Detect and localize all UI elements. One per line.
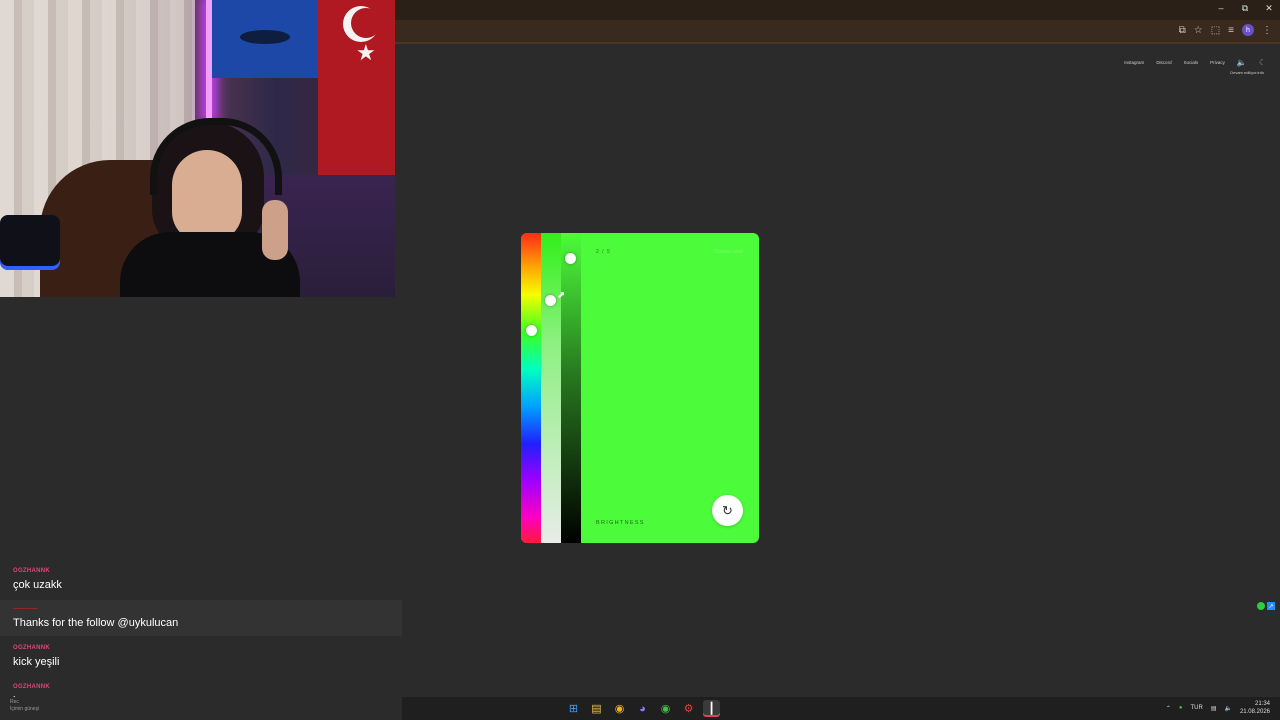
mic-icon[interactable]: ● — [1179, 705, 1183, 711]
site-nav: Instagram Discord Socials Privacy 🔈 ☾ — [1124, 58, 1266, 67]
microphone — [0, 215, 60, 270]
verified-badge-icon — [1257, 602, 1265, 610]
flag-star-icon: ★ — [356, 40, 376, 65]
profile-avatar[interactable]: h — [1242, 24, 1254, 36]
clock[interactable]: 21:34 21.08.2026 — [1240, 700, 1270, 716]
nav-link-socials[interactable]: Socials — [1184, 60, 1199, 65]
language-indicator[interactable]: TUR — [1190, 705, 1202, 711]
volume-icon[interactable]: 🔈 — [1224, 705, 1231, 712]
restore-button[interactable]: ⧉ — [1240, 3, 1250, 14]
chrome-alt-icon[interactable]: ◉ — [657, 700, 674, 717]
minimize-button[interactable]: – — [1216, 3, 1226, 14]
site-sublink[interactable]: Devam ediliyor.info — [1230, 70, 1264, 75]
chat-username[interactable]: ———— — [13, 606, 38, 612]
flag-crescent-cut — [351, 8, 381, 38]
mouse-cursor-icon: ⬈ — [557, 290, 566, 301]
system-tray: ⌃ ● TUR ▤ 🔈 21:34 21.08.2026 — [1166, 700, 1270, 716]
card-corner-label: Choose color — [713, 249, 743, 255]
chat-text: Thanks for the follow @uykulucan — [13, 617, 179, 629]
poster-art — [240, 30, 290, 44]
chat-username[interactable]: OGZHANNK — [13, 645, 50, 651]
taskbar-apps: ⊞ ▤ ◉ ◕ ◉ ⚙ ┃ — [565, 700, 720, 717]
now-playing-status: Rec — [10, 699, 19, 705]
discord-icon[interactable]: ◕ — [634, 700, 651, 717]
chat-username[interactable]: OGZHANNK — [13, 568, 50, 574]
browser-titlebar: – ⧉ ✕ — [395, 0, 1280, 20]
file-explorer-icon[interactable]: ▤ — [588, 700, 605, 717]
chrome-icon[interactable]: ◉ — [611, 700, 628, 717]
webcam-feed: ★ — [0, 0, 395, 297]
taskbar: ⊞ ▤ ◉ ◕ ◉ ⚙ ┃ ⌃ ● TUR ▤ 🔈 21:34 21.08.20… — [402, 697, 1280, 720]
chat-message: OGZHANNK bu — [0, 678, 402, 697]
chat-message: ———— Thanks for the follow @uykulucan — [0, 600, 402, 636]
now-playing-title: İçimin güneşi — [10, 706, 40, 712]
chat-text: çok uzakk — [13, 579, 62, 591]
network-icon[interactable]: ▤ — [1211, 705, 1217, 712]
extensions-icon[interactable]: ⬚ — [1211, 25, 1220, 36]
refresh-button[interactable]: ↻ — [712, 495, 743, 526]
media-control-icon[interactable]: ≡ — [1228, 25, 1234, 36]
browser-toolbar: ⧉ ☆ ⬚ ≡ h ⋮ — [1179, 24, 1272, 36]
step-indicator: 2 / 5 — [596, 249, 611, 255]
chat-username[interactable]: OGZHANNK — [13, 684, 50, 690]
bookmark-star-icon[interactable]: ☆ — [1194, 25, 1203, 36]
saturation-slider[interactable] — [541, 233, 561, 543]
chat-message: OGZHANNK kick yeşili — [0, 639, 402, 675]
now-playing-overlay: Rec İçimin güneşi — [10, 699, 39, 713]
color-picker-card: 2 / 5 Choose color BRIGHTNESS ↻ — [521, 233, 759, 543]
translate-icon[interactable]: ⧉ — [1179, 25, 1186, 36]
start-icon[interactable]: ⊞ — [565, 700, 582, 717]
settings-icon[interactable]: ⚙ — [680, 700, 697, 717]
chat-badges: ↗ — [1257, 602, 1275, 610]
clock-date: 21.08.2026 — [1239, 709, 1270, 715]
sound-icon[interactable]: 🔈 — [1237, 58, 1247, 67]
nav-link-privacy[interactable]: Privacy — [1210, 60, 1225, 65]
saturation-handle[interactable] — [545, 295, 556, 306]
address-bar-divider — [395, 42, 1280, 44]
brightness-slider[interactable] — [561, 233, 581, 543]
chat-message: OGZHANNK çok uzakk — [0, 562, 402, 598]
tray-expand-icon[interactable]: ⌃ — [1166, 705, 1171, 712]
hue-handle[interactable] — [526, 325, 537, 336]
nav-link-instagram[interactable]: Instagram — [1124, 60, 1144, 65]
nav-link-discord[interactable]: Discord — [1156, 60, 1171, 65]
chat-text: bu — [13, 695, 25, 697]
theme-toggle-icon[interactable]: ☾ — [1259, 58, 1266, 67]
browser-menu-icon[interactable]: ⋮ — [1262, 25, 1272, 36]
address-bar[interactable]: ⧉ ☆ ⬚ ≡ h ⋮ — [395, 20, 1280, 42]
brightness-handle[interactable] — [565, 253, 576, 264]
person-hand — [262, 200, 288, 260]
chat-text: kick yeşili — [13, 656, 60, 668]
window-controls: – ⧉ ✕ — [1216, 3, 1274, 14]
brightness-label: BRIGHTNESS — [596, 520, 645, 526]
streaming-app-icon[interactable]: ┃ — [703, 700, 720, 717]
hue-slider[interactable] — [521, 233, 541, 543]
close-button[interactable]: ✕ — [1264, 3, 1274, 14]
bot-badge-icon: ↗ — [1267, 602, 1275, 610]
clock-time: 21:34 — [1254, 701, 1270, 707]
